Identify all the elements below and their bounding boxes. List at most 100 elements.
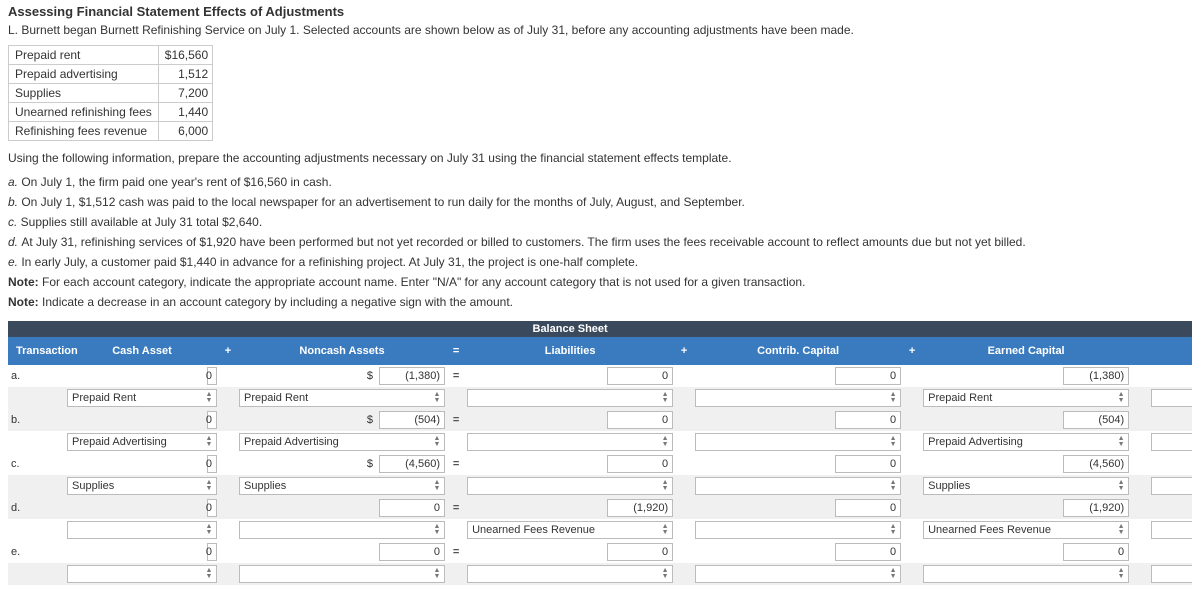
stepper-icon[interactable]: ▲▼ <box>432 524 442 536</box>
earned-capital-amount[interactable]: (4,560) <box>1063 455 1129 473</box>
noncash-asset-select[interactable]: ▲▼ <box>239 521 445 539</box>
earned-capital-select[interactable]: Unearned Fees Revenue▲▼ <box>923 521 1129 539</box>
liabilities-select[interactable]: ▲▼ <box>467 477 673 495</box>
liabilities-amount[interactable]: 0 <box>607 543 673 561</box>
account-value: 1,512 <box>158 65 212 84</box>
stepper-icon[interactable]: ▲▼ <box>888 480 898 492</box>
liabilities-amount[interactable]: 0 <box>607 367 673 385</box>
contrib-capital-select[interactable]: ▲▼ <box>695 565 901 583</box>
revenues-select[interactable]: ▲▼ <box>1151 433 1192 451</box>
noncash-asset-select[interactable]: Prepaid Advertising▲▼ <box>239 433 445 451</box>
liabilities-amount[interactable]: 0 <box>607 455 673 473</box>
stepper-icon[interactable]: ▲▼ <box>432 436 442 448</box>
stepper-icon[interactable]: ▲▼ <box>888 524 898 536</box>
cash-asset-amount[interactable]: 0 <box>207 499 217 517</box>
earned-capital-select[interactable]: Supplies▲▼ <box>923 477 1129 495</box>
fse-row-bot: Prepaid Advertising▲▼ Prepaid Advertising… <box>8 431 1192 453</box>
cash-asset-select[interactable]: Prepaid Advertising▲▼ <box>67 433 217 451</box>
noncash-asset-amount[interactable]: (504) <box>379 411 445 429</box>
stepper-icon[interactable]: ▲▼ <box>660 436 670 448</box>
earned-capital-select[interactable]: Prepaid Advertising▲▼ <box>923 433 1129 451</box>
earned-capital-amount[interactable]: (1,920) <box>1063 499 1129 517</box>
hdr-revenues: Revenues <box>1148 337 1192 365</box>
revenues-select[interactable]: ▲▼ <box>1151 565 1192 583</box>
stepper-icon[interactable]: ▲▼ <box>660 568 670 580</box>
cash-asset-select[interactable]: Prepaid Rent▲▼ <box>67 389 217 407</box>
liabilities-amount[interactable]: 0 <box>607 411 673 429</box>
noncash-asset-amount[interactable]: 0 <box>379 543 445 561</box>
hdr-earned: Earned Capital <box>920 337 1132 365</box>
fse-row-top: e.00=0000-0=0 <box>8 541 1192 563</box>
revenues-select[interactable]: ▲▼ <box>1151 477 1192 495</box>
page-title: Assessing Financial Statement Effects of… <box>8 4 1192 19</box>
eq-sign: = <box>448 453 464 475</box>
earned-capital-select[interactable]: Prepaid Rent▲▼ <box>923 389 1129 407</box>
stepper-icon[interactable]: ▲▼ <box>204 524 214 536</box>
noncash-asset-amount[interactable]: (4,560) <box>379 455 445 473</box>
noncash-asset-amount[interactable]: (1,380) <box>379 367 445 385</box>
cash-asset-amount[interactable]: 0 <box>207 367 217 385</box>
stepper-icon[interactable]: ▲▼ <box>432 568 442 580</box>
stepper-icon[interactable]: ▲▼ <box>660 392 670 404</box>
liabilities-select[interactable]: Unearned Fees Revenue▲▼ <box>467 521 673 539</box>
item-a: On July 1, the firm paid one year's rent… <box>21 175 331 189</box>
noncash-prefix: $ <box>236 409 376 431</box>
noncash-asset-amount[interactable]: 0 <box>379 499 445 517</box>
noncash-prefix: $ <box>236 365 376 387</box>
transaction-id: d. <box>8 497 64 519</box>
noncash-asset-select[interactable]: Prepaid Rent▲▼ <box>239 389 445 407</box>
contrib-capital-select[interactable]: ▲▼ <box>695 433 901 451</box>
hdr-plus-1: + <box>220 337 236 365</box>
contrib-capital-amount[interactable]: 0 <box>835 367 901 385</box>
stepper-icon[interactable]: ▲▼ <box>1116 392 1126 404</box>
cash-asset-select[interactable]: ▲▼ <box>67 565 217 583</box>
earned-capital-amount[interactable]: (1,380) <box>1063 367 1129 385</box>
contrib-capital-amount[interactable]: 0 <box>835 499 901 517</box>
item-c: Supplies still available at July 31 tota… <box>21 215 262 229</box>
eq-sign: = <box>448 409 464 431</box>
contrib-capital-amount[interactable]: 0 <box>835 543 901 561</box>
stepper-icon[interactable]: ▲▼ <box>660 524 670 536</box>
stepper-icon[interactable]: ▲▼ <box>1116 480 1126 492</box>
fse-table: Balance Sheet Income Statement Transacti… <box>8 321 1192 585</box>
cash-asset-select[interactable]: Supplies▲▼ <box>67 477 217 495</box>
stepper-icon[interactable]: ▲▼ <box>432 392 442 404</box>
contrib-capital-select[interactable]: ▲▼ <box>695 389 901 407</box>
stepper-icon[interactable]: ▲▼ <box>660 480 670 492</box>
earned-capital-select[interactable]: ▲▼ <box>923 565 1129 583</box>
cash-asset-amount[interactable]: 0 <box>207 455 217 473</box>
stepper-icon[interactable]: ▲▼ <box>204 568 214 580</box>
stepper-icon[interactable]: ▲▼ <box>204 480 214 492</box>
cash-asset-amount[interactable]: 0 <box>207 411 217 429</box>
revenues-select[interactable]: ▲▼ <box>1151 521 1192 539</box>
liabilities-select[interactable]: ▲▼ <box>467 389 673 407</box>
stepper-icon[interactable]: ▲▼ <box>888 568 898 580</box>
contrib-capital-amount[interactable]: 0 <box>835 411 901 429</box>
account-name: Supplies <box>9 84 159 103</box>
fse-row-bot: ▲▼▲▼▲▼▲▼▲▼▲▼▲▼ <box>8 563 1192 585</box>
liabilities-select[interactable]: ▲▼ <box>467 433 673 451</box>
stepper-icon[interactable]: ▲▼ <box>888 436 898 448</box>
revenues-select[interactable]: ▲▼ <box>1151 389 1192 407</box>
earned-capital-amount[interactable]: (504) <box>1063 411 1129 429</box>
stepper-icon[interactable]: ▲▼ <box>204 436 214 448</box>
items-list: a. On July 1, the firm paid one year's r… <box>8 173 1192 271</box>
liabilities-amount[interactable]: (1,920) <box>607 499 673 517</box>
stepper-icon[interactable]: ▲▼ <box>1116 436 1126 448</box>
stepper-icon[interactable]: ▲▼ <box>1116 568 1126 580</box>
noncash-asset-select[interactable]: Supplies▲▼ <box>239 477 445 495</box>
stepper-icon[interactable]: ▲▼ <box>432 480 442 492</box>
contrib-capital-select[interactable]: ▲▼ <box>695 477 901 495</box>
noncash-asset-select[interactable]: ▲▼ <box>239 565 445 583</box>
eq-sign: = <box>448 497 464 519</box>
earned-capital-amount[interactable]: 0 <box>1063 543 1129 561</box>
cash-asset-amount[interactable]: 0 <box>207 543 217 561</box>
stepper-icon[interactable]: ▲▼ <box>888 392 898 404</box>
stepper-icon[interactable]: ▲▼ <box>204 392 214 404</box>
contrib-capital-select[interactable]: ▲▼ <box>695 521 901 539</box>
cash-asset-select[interactable]: ▲▼ <box>67 521 217 539</box>
stepper-icon[interactable]: ▲▼ <box>1116 524 1126 536</box>
liabilities-select[interactable]: ▲▼ <box>467 565 673 583</box>
contrib-capital-amount[interactable]: 0 <box>835 455 901 473</box>
fse-row-bot: Prepaid Rent▲▼Prepaid Rent▲▼▲▼▲▼Prepaid … <box>8 387 1192 409</box>
